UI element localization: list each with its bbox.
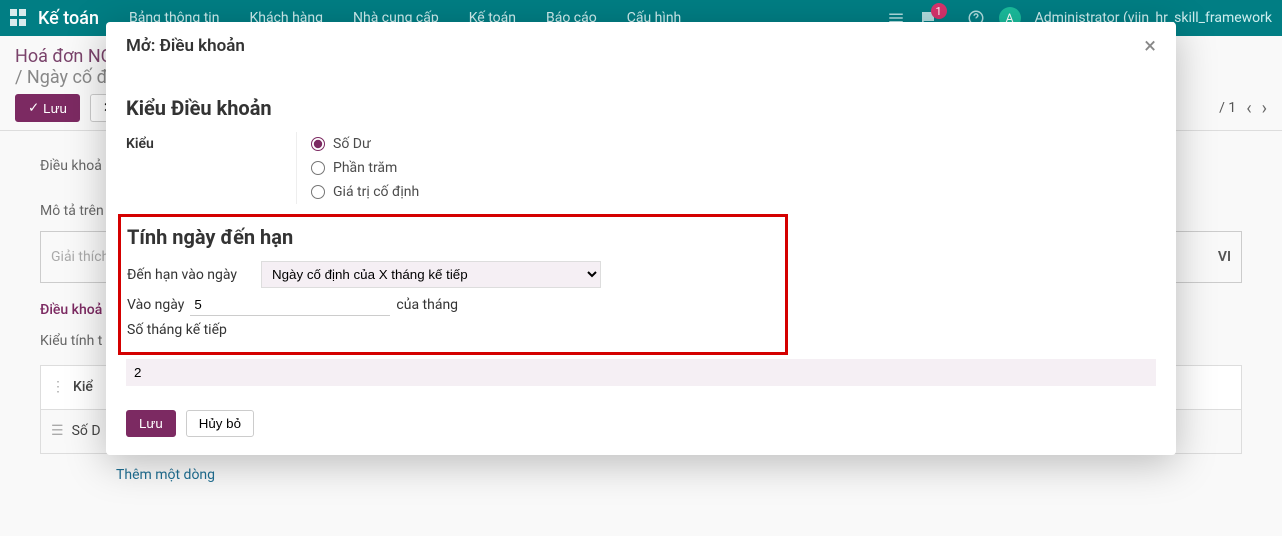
due-select[interactable]: Ngày cố định của X tháng kế tiếp [261, 261, 601, 288]
onday-prefix: Vào ngày [127, 297, 184, 313]
radio-balance-input[interactable] [311, 137, 325, 151]
radio-fixed-label: Giá trị cố định [333, 184, 419, 200]
section-due-heading: Tính ngày đến hạn [127, 225, 779, 249]
modal-title: Mở: Điều khoản [126, 36, 245, 56]
radio-percent[interactable]: Phần trăm [311, 156, 1156, 180]
due-date-highlight-box: Tính ngày đến hạn Đến hạn vào ngày Ngày … [118, 214, 788, 355]
radio-balance[interactable]: Số Dư [311, 132, 1156, 156]
modal-save-button[interactable]: Lưu [126, 410, 176, 437]
radio-percent-label: Phần trăm [333, 160, 397, 176]
radio-percent-input[interactable] [311, 161, 325, 175]
radio-balance-label: Số Dư [333, 136, 371, 152]
modal-save-label: Lưu [139, 416, 163, 431]
modal-cancel-button[interactable]: Hủy bỏ [186, 410, 254, 437]
onday-input[interactable] [190, 294, 390, 316]
radio-fixed-input[interactable] [311, 185, 325, 199]
modal-dialog: Mở: Điều khoản × Kiểu Điều khoản Kiểu Số… [106, 22, 1176, 455]
type-label: Kiểu [126, 132, 296, 152]
onday-suffix: của tháng [396, 297, 458, 313]
section-type-heading: Kiểu Điều khoản [126, 96, 1156, 120]
close-icon[interactable]: × [1144, 36, 1156, 58]
months-label: Số tháng kế tiếp [127, 322, 227, 338]
radio-fixed[interactable]: Giá trị cố định [311, 180, 1156, 204]
modal-cancel-label: Hủy bỏ [199, 416, 241, 431]
months-input[interactable] [126, 359, 1156, 386]
due-label: Đến hạn vào ngày [127, 267, 255, 283]
